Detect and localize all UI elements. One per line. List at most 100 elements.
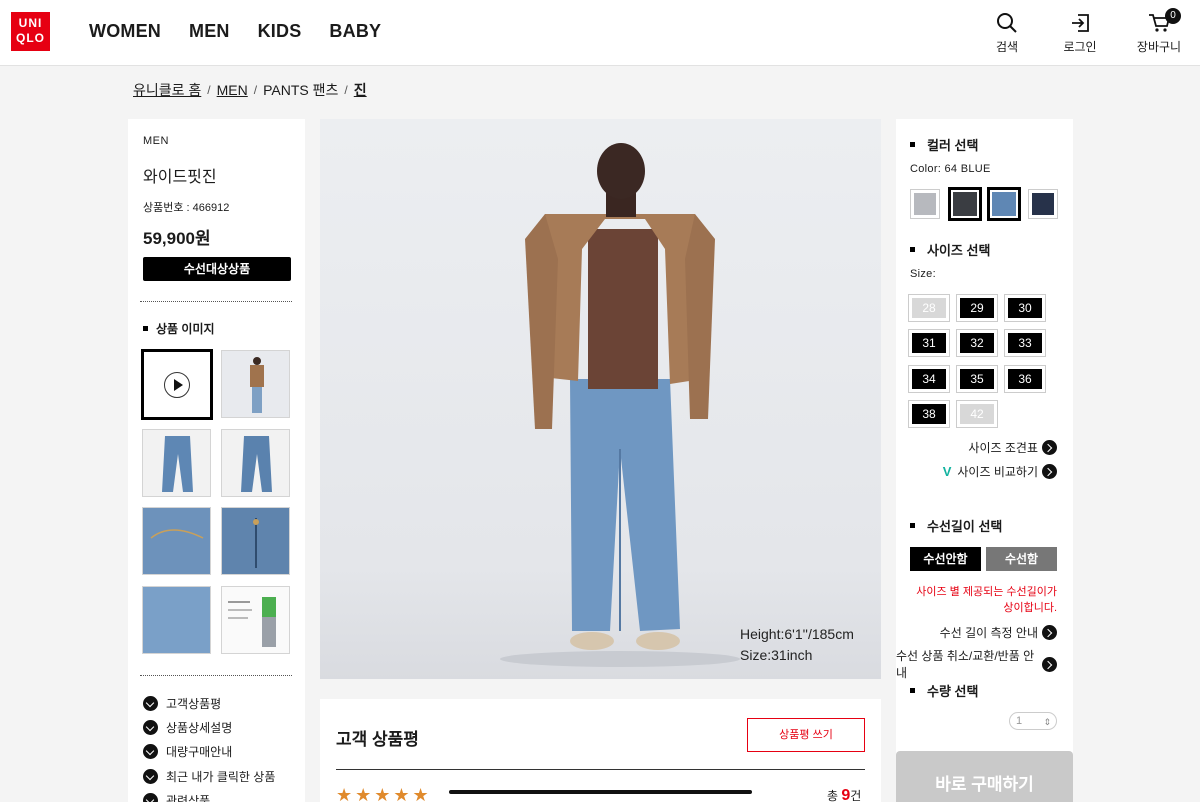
product-category: MEN	[143, 135, 169, 147]
chevron-down-icon	[143, 696, 158, 711]
bullet-square	[910, 523, 915, 528]
size-value: 29	[960, 298, 994, 318]
link-details[interactable]: 상품상세설명	[143, 719, 232, 736]
chevron-down-icon	[143, 744, 158, 759]
size-value: 32	[960, 333, 994, 353]
color-swatch-gray[interactable]	[910, 189, 940, 219]
alteration-badge[interactable]: 수선대상상품	[143, 257, 291, 281]
play-icon	[164, 371, 190, 398]
chevron-right-icon	[1042, 656, 1057, 672]
hem-measure-link[interactable]: 수선 길이 측정 안내	[940, 624, 1057, 641]
nav-men[interactable]: MEN	[189, 21, 230, 42]
bullet-square	[910, 688, 915, 693]
size-option-42[interactable]: 42	[956, 400, 998, 428]
nav-kids[interactable]: KIDS	[258, 21, 302, 42]
color-swatch-dark-gray[interactable]	[948, 187, 982, 221]
bullet-square	[143, 326, 148, 331]
link-related[interactable]: 관련상품	[143, 792, 210, 802]
chevron-right-icon	[1042, 440, 1057, 455]
size-option-30[interactable]: 30	[1004, 294, 1046, 322]
divider	[140, 301, 292, 302]
search-label: 검색	[995, 40, 1019, 54]
denim-fly-graphic	[222, 508, 289, 574]
hem-measure-label: 수선 길이 측정 안내	[939, 626, 1038, 640]
chevron-down-icon	[143, 769, 158, 784]
link-label: 최근 내가 클릭한 상품	[166, 770, 276, 784]
caption-height: Height:6'1''/185cm	[740, 626, 854, 642]
breadcrumb-pants[interactable]: PANTS 팬츠	[263, 80, 338, 100]
review-total: 총 9건	[827, 787, 861, 802]
size-option-34[interactable]: 34	[908, 365, 950, 393]
hem-yes-button[interactable]: 수선함	[986, 547, 1057, 571]
thumbnail-image[interactable]	[142, 507, 211, 575]
thumbnail-image[interactable]	[221, 350, 290, 418]
color-swatch-blue[interactable]	[987, 187, 1021, 221]
size-chart-label: 사이즈 조견표	[968, 441, 1038, 455]
login-icon	[1072, 14, 1089, 32]
quantity-select[interactable]: 1 ⇕	[1009, 712, 1057, 730]
size-option-38[interactable]: 38	[908, 400, 950, 428]
size-option-28[interactable]: 28	[908, 294, 950, 322]
chevron-updown-icon: ⇕	[1043, 717, 1051, 727]
thumbnail-video[interactable]	[141, 349, 213, 420]
thumbnail-image[interactable]	[142, 586, 211, 654]
nav-baby[interactable]: BABY	[329, 21, 381, 42]
nav-women[interactable]: WOMEN	[89, 21, 161, 42]
size-chart-link[interactable]: 사이즈 조견표	[968, 439, 1057, 456]
options-panel: 컬러 선택 Color: 64 BLUE 사이즈 선택 Size: 28 29 …	[896, 119, 1073, 802]
images-heading-label: 상품 이미지	[156, 322, 215, 336]
breadcrumb-separator: /	[253, 83, 258, 97]
review-title: 고객 상품평	[336, 730, 419, 749]
hem-warning: 사이즈 별 제공되는 수선길이가 상이합니다.	[916, 586, 1057, 614]
thumbnail-image[interactable]	[221, 586, 290, 654]
login-button[interactable]: 로그인	[1062, 12, 1098, 55]
breadcrumb-home[interactable]: 유니클로 홈	[133, 80, 201, 100]
total-count: 9	[841, 787, 851, 802]
total-suffix: 건	[850, 789, 862, 802]
site-header: UNI QLO WOMEN MEN KIDS BABY 검색 로그인 0 장바구니	[0, 0, 1200, 66]
total-prefix: 총	[827, 789, 839, 802]
product-number: 상품번호 : 466912	[143, 202, 230, 214]
images-heading: 상품 이미지	[143, 320, 215, 337]
size-compare-link[interactable]: V 사이즈 비교하기	[943, 463, 1057, 480]
color-heading: 컬러 선택	[910, 135, 978, 154]
quantity-heading: 수량 선택	[910, 681, 978, 700]
quantity-heading-label: 수량 선택	[927, 684, 979, 699]
swatch-fill	[1032, 193, 1054, 215]
size-option-35[interactable]: 35	[956, 365, 998, 393]
buy-now-button[interactable]: 바로 구매하기	[896, 751, 1073, 802]
hem-policy-label: 수선 상품 취소/교환/반품 안내	[896, 649, 1035, 680]
hem-policy-link[interactable]: 수선 상품 취소/교환/반품 안내	[896, 647, 1057, 681]
breadcrumb-current: 진	[353, 82, 367, 98]
jeans-back-graphic	[222, 430, 289, 496]
main-nav: WOMEN MEN KIDS BABY	[89, 21, 381, 42]
thumbnail-image[interactable]	[221, 507, 290, 575]
size-option-29[interactable]: 29	[956, 294, 998, 322]
product-name: 와이드핏진	[143, 169, 217, 186]
swatch-fill	[953, 192, 977, 216]
write-review-button[interactable]: 상품평 쓰기	[747, 718, 865, 752]
thumbnail-image[interactable]	[221, 429, 290, 497]
thumbnail-image[interactable]	[142, 429, 211, 497]
search-icon	[997, 13, 1017, 33]
size-heading-label: 사이즈 선택	[927, 243, 991, 258]
search-button[interactable]: 검색	[992, 12, 1022, 55]
link-reviews[interactable]: 고객상품평	[143, 695, 221, 712]
size-option-32[interactable]: 32	[956, 329, 998, 357]
cart-label: 장바구니	[1136, 40, 1182, 54]
hem-no-button[interactable]: 수선안함	[910, 547, 981, 571]
breadcrumb-men[interactable]: MEN	[217, 82, 248, 98]
link-recent-items[interactable]: 최근 내가 클릭한 상품	[143, 768, 275, 785]
size-value: 38	[912, 404, 946, 424]
color-swatch-navy[interactable]	[1028, 189, 1058, 219]
hem-heading-label: 수선길이 선택	[927, 519, 1003, 534]
product-info-panel: MEN 와이드핏진 상품번호 : 466912 59,900원 수선대상상품 상…	[128, 119, 305, 802]
cart-button[interactable]: 0 장바구니	[1135, 8, 1183, 55]
size-option-31[interactable]: 31	[908, 329, 950, 357]
size-value: 34	[912, 369, 946, 389]
size-option-33[interactable]: 33	[1004, 329, 1046, 357]
link-bulk-order[interactable]: 대량구매안내	[143, 743, 232, 760]
uniqlo-logo[interactable]: UNI QLO	[11, 12, 50, 51]
main-product-image[interactable]	[320, 119, 881, 679]
size-option-36[interactable]: 36	[1004, 365, 1046, 393]
